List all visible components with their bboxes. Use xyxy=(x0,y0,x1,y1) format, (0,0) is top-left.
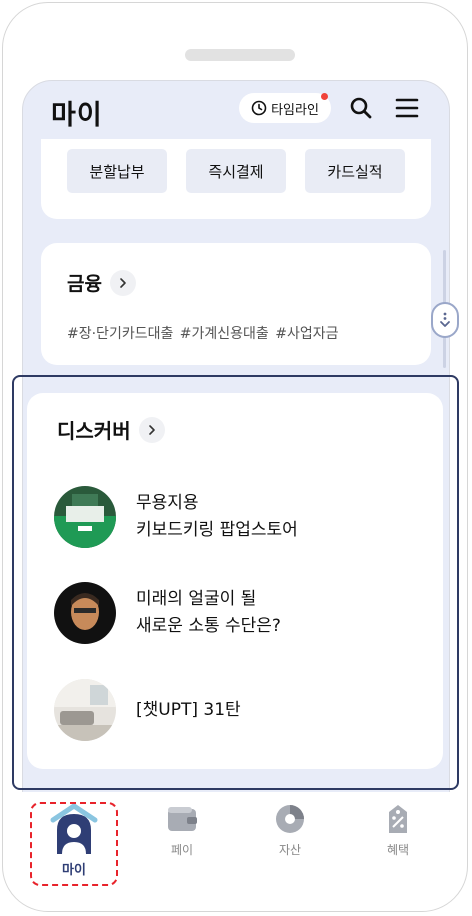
page-title: 마이 xyxy=(51,100,103,131)
phone-speaker xyxy=(185,49,295,61)
header: 마이 타임라인 xyxy=(23,81,449,143)
future-face-thumbnail xyxy=(54,582,116,644)
finance-title-link[interactable]: 금융 xyxy=(67,269,136,296)
instant-payment-chip[interactable]: 즉시결제 xyxy=(186,149,286,193)
coupon-tag-icon xyxy=(389,805,407,833)
timeline-button[interactable]: 타임라인 xyxy=(239,93,331,123)
item-line2: 새로운 소통 수단은? xyxy=(136,616,281,636)
finance-title: 금융 xyxy=(67,273,102,295)
discover-title: 디스커버 xyxy=(57,419,131,443)
nav-assets[interactable]: 자산 xyxy=(250,802,330,858)
nav-assets-label: 자산 xyxy=(278,843,302,857)
hamburger-menu-icon[interactable] xyxy=(395,97,419,119)
item-line2: 키보드키링 팝업스토어 xyxy=(136,520,298,540)
discover-title-link[interactable]: 디스커버 xyxy=(57,415,165,444)
discover-item[interactable]: 미래의 얼굴이 될 새로운 소통 수단은? xyxy=(54,582,281,644)
item-line1: [챗UPT] 31탄 xyxy=(136,699,241,720)
installment-chip[interactable]: 분할납부 xyxy=(67,149,167,193)
finance-tags[interactable]: #장·단기카드대출 #가계신용대출 #사업자금 xyxy=(67,323,339,343)
nav-benefits-label: 혜택 xyxy=(386,843,410,857)
discover-card: 디스커버 무용지용 키보드키링 팝업스토어 미래의 얼굴이 될 새로운 소통 수… xyxy=(27,393,443,769)
chevron-right-icon xyxy=(138,416,165,443)
interior-thumbnail xyxy=(54,679,116,741)
active-tab-marker xyxy=(30,802,118,886)
popup-store-thumbnail xyxy=(54,486,116,548)
nav-benefits[interactable]: 혜택 xyxy=(358,802,438,858)
chevron-right-icon xyxy=(109,269,136,296)
clock-icon xyxy=(251,100,267,116)
nav-pay-label: 페이 xyxy=(170,843,194,857)
card-performance-chip[interactable]: 카드실적 xyxy=(305,149,405,193)
discover-item[interactable]: [챗UPT] 31탄 xyxy=(54,679,241,741)
payment-card: 분할납부 즉시결제 카드실적 xyxy=(41,139,431,219)
notification-dot xyxy=(321,93,328,100)
nav-pay[interactable]: 페이 xyxy=(142,802,222,858)
chevron-down-icon xyxy=(440,312,450,327)
scroll-down-handle[interactable] xyxy=(431,302,459,338)
discover-item[interactable]: 무용지용 키보드키링 팝업스토어 xyxy=(54,486,298,548)
finance-card: 금융 #장·단기카드대출 #가계신용대출 #사업자금 xyxy=(41,243,431,365)
item-line1: 무용지용 xyxy=(136,493,199,513)
wallet-icon xyxy=(168,807,197,831)
search-icon[interactable] xyxy=(349,96,373,120)
timeline-label: 타임라인 xyxy=(271,102,319,118)
pie-chart-icon xyxy=(276,805,304,833)
item-line1: 미래의 얼굴이 될 xyxy=(136,589,257,609)
